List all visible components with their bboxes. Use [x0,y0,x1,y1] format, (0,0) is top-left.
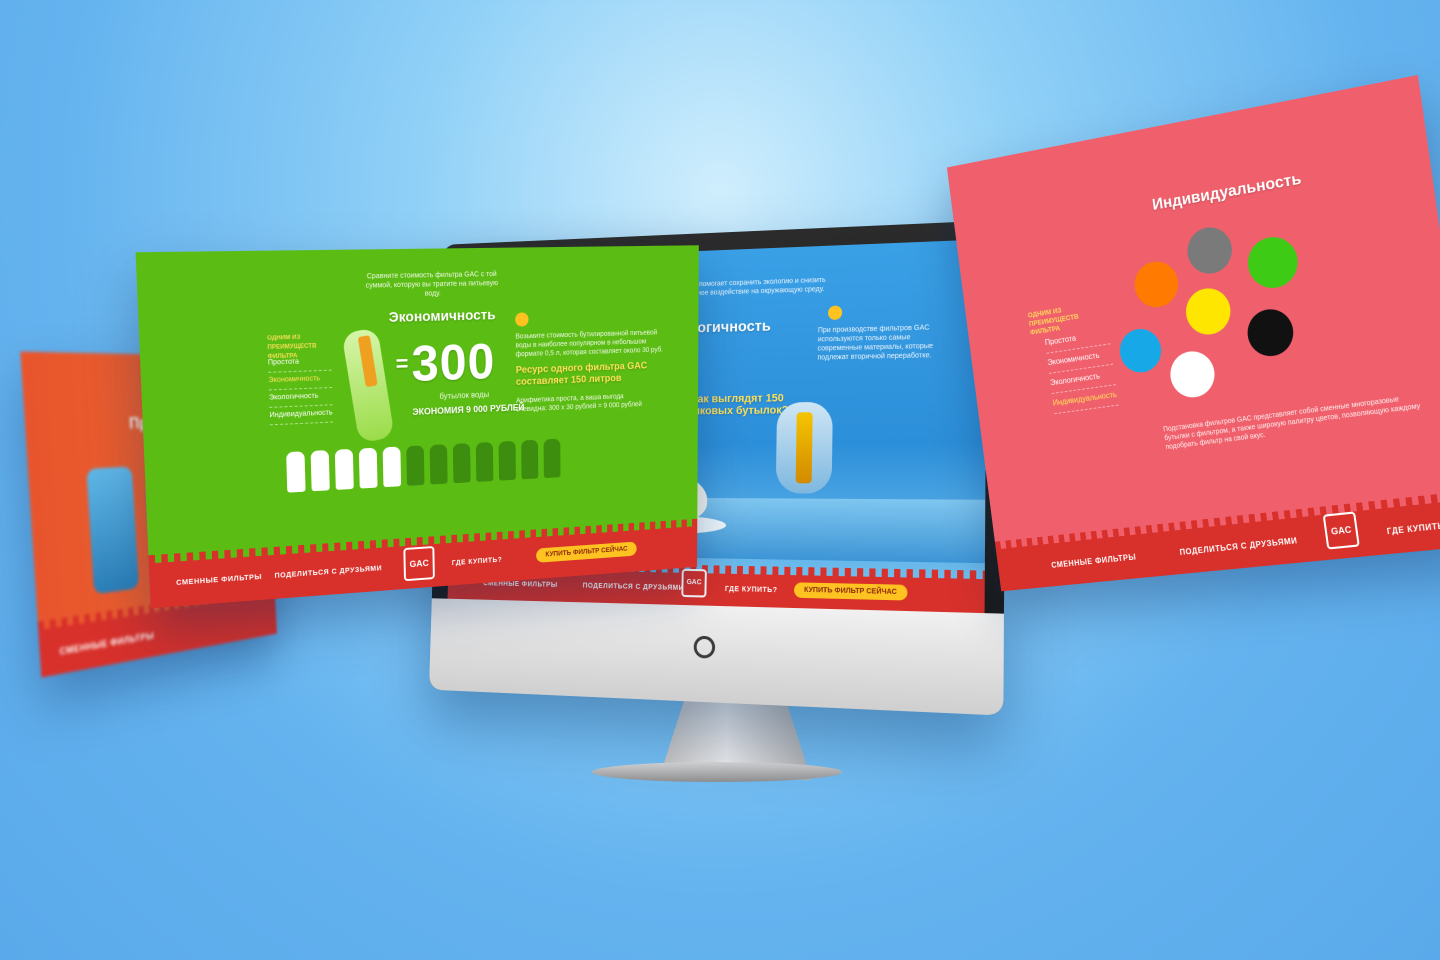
filter-bottle-image [86,466,140,595]
color-swatch-gray[interactable] [1184,223,1235,277]
feature-menu: Простота Экономичность Экологичность Инд… [1043,323,1119,415]
bottle-empty [521,439,539,480]
filter-cartridge-image [795,412,813,484]
buy-now-button[interactable]: КУПИТЬ ФИЛЬТР СЕЙЧАС [536,541,637,563]
price-text: Возьмите стоимость бутилированной питьев… [515,329,663,359]
monitor-chin [428,598,1004,716]
gac-logo[interactable]: GAC [681,568,707,598]
share-link[interactable]: ПОДЕЛИТЬСЯ С ДРУЗЬЯМИ [274,565,382,580]
bottle-empty [498,440,516,481]
where-to-buy-link[interactable]: ГДЕ КУПИТЬ? [1386,521,1440,537]
color-swatch-black[interactable] [1244,306,1297,359]
panel-economy: Сравните стоимость фильтра GAC с той сум… [135,245,699,609]
color-swatch-orange[interactable] [1131,258,1181,311]
coin-icon [515,312,529,327]
calc-text: Арифметика проста, а ваша выгода очевидн… [516,393,642,414]
bottle-full [286,451,306,493]
footer-filters-link[interactable]: СМЕННЫЕ ФИЛЬТРЫ [176,574,262,587]
bottle-full [358,447,378,489]
power-button-icon [693,635,716,659]
screen-intro-text: GAC помогает сохранить экологию и снизит… [682,276,826,298]
footer-filters-link[interactable]: СМЕННЫЕ ФИЛЬТРЫ [1051,553,1137,570]
gac-logo[interactable]: GAC [403,545,435,582]
panel-title: Экономичность [388,306,496,326]
share-link[interactable]: ПОДЕЛИТЬСЯ С ДРУЗЬЯМИ [1179,536,1298,557]
bottles-unit: бутылок воды [439,389,490,401]
gac-logo[interactable]: GAC [1322,511,1360,550]
bottle-empty [452,443,471,484]
panel-individuality: Индивидуальность ОДНИМ ИЗ ПРЕИМУЩЕСТВ ФИ… [946,75,1440,592]
where-to-buy-link[interactable]: ГДЕ КУПИТЬ? [452,557,502,567]
bottle-full [334,448,354,490]
panel-footer: СМЕННЫЕ ФИЛЬТРЫ ПОДЕЛИТЬСЯ С ДРУЗЬЯМИ GA… [995,498,1440,592]
bottles-count: 300 [410,333,496,392]
menu-item-simplicity[interactable]: Простота [267,353,332,373]
color-swatch-yellow[interactable] [1183,285,1234,338]
feature-menu: Простота Экономичность Экологичность Инд… [267,353,333,426]
buy-now-button[interactable]: КУПИТЬ ФИЛЬТР СЕЙЧАС [793,582,908,601]
bottle-full [310,450,330,492]
panel-title: Индивидуальность [1151,170,1303,214]
bottles-illustration [286,438,561,493]
saving-amount: ЭКОНОМИЯ 9 000 РУБЛЕЙ [412,402,525,418]
color-swatch-white[interactable] [1167,348,1218,401]
resource-text: Ресурс одного фильтра GAC составляет 150… [515,360,648,388]
bottle-empty [543,438,561,479]
bottle-empty [475,441,494,482]
footer-filters-link[interactable]: СМЕННЫЕ ФИЛЬТРЫ [59,630,154,657]
menu-item-individuality[interactable]: Индивидуальность [269,405,333,426]
monitor-stand-base [592,762,842,782]
color-swatch-blue[interactable] [1117,326,1164,376]
panel-intro-text: Сравните стоимость фильтра GAC с той сум… [365,270,499,298]
panel-body-text: Подстановка фильтров GAC представляет со… [1162,396,1421,452]
leaf-icon [827,305,843,320]
where-to-buy-link[interactable]: ГДЕ КУПИТЬ? [725,586,778,594]
bottle-empty [406,445,425,486]
bottle-full [382,446,402,488]
equals-sign: = [395,350,409,377]
share-link[interactable]: ПОДЕЛИТЬСЯ С ДРУЗЬЯМИ [583,583,684,592]
screen-side-text: При производстве фильтров GAC используют… [817,324,934,362]
color-swatch-green[interactable] [1244,233,1301,292]
bottle-empty [429,444,448,485]
